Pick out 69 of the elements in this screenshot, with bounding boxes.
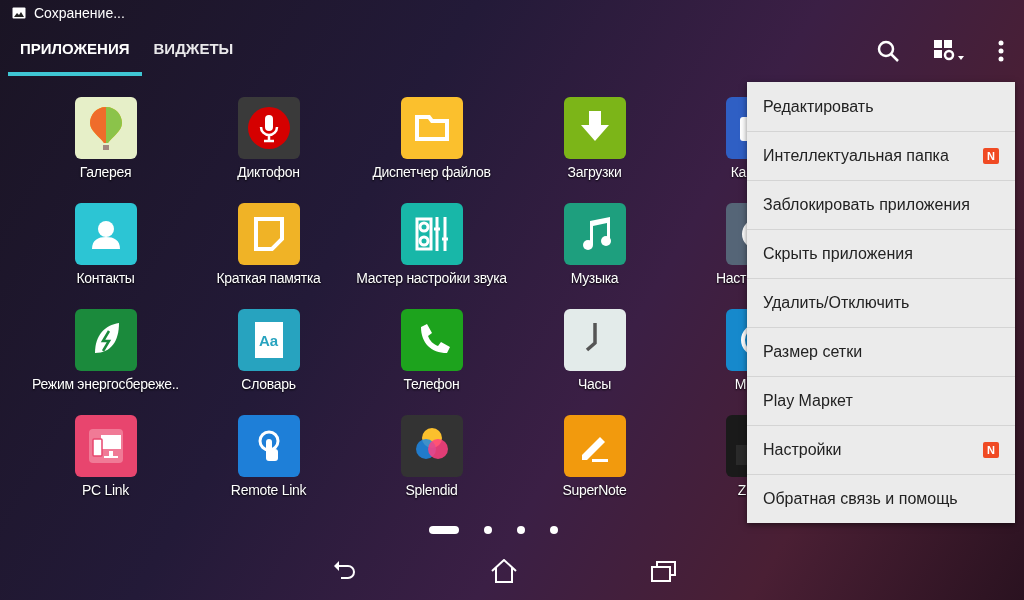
status-text: Сохранение... <box>34 3 125 23</box>
leaf-icon[interactable] <box>74 309 137 371</box>
menu-item[interactable]: Play Маркет <box>747 376 1015 425</box>
app-label[interactable]: Телефон <box>403 375 460 393</box>
menu-item-label[interactable]: Обратная связь и помощь <box>763 487 958 511</box>
clock-icon[interactable] <box>563 309 626 371</box>
app-label[interactable]: Загрузки <box>567 163 622 181</box>
page-indicator[interactable] <box>428 526 459 534</box>
app-label[interactable]: Словарь <box>241 375 296 393</box>
app-label[interactable]: Галерея <box>79 163 132 181</box>
touch-hand-icon[interactable] <box>237 415 300 477</box>
back-icon[interactable] <box>333 559 357 582</box>
menu-item-label[interactable]: Редактировать <box>763 94 874 119</box>
book-page-letters: Aa <box>254 322 283 358</box>
app-label[interactable]: PC Link <box>82 481 129 499</box>
music-note-icon[interactable] <box>563 203 626 265</box>
image-icon <box>12 7 26 19</box>
search-icon[interactable] <box>876 39 900 63</box>
app-label[interactable]: Splendid <box>405 481 458 499</box>
page-indicator[interactable] <box>549 526 558 534</box>
app-label[interactable]: Музыка <box>570 269 619 287</box>
menu-item-label[interactable]: Скрыть приложения <box>763 242 913 266</box>
recent-apps-icon[interactable] <box>651 559 677 582</box>
app-label[interactable]: Remote Link <box>230 481 307 499</box>
menu-item[interactable]: Скрыть приложения <box>747 229 1015 278</box>
app-label[interactable]: Диспетчер файлов <box>372 163 491 181</box>
menu-item[interactable]: Удалить/Отключить <box>747 278 1015 327</box>
person-icon[interactable] <box>74 203 137 265</box>
balloon-icon[interactable] <box>74 97 137 159</box>
microphone-icon[interactable] <box>237 97 300 159</box>
more-options-icon[interactable] <box>998 40 1004 62</box>
page-indicator[interactable] <box>483 526 492 534</box>
menu-item-label[interactable]: Play Маркет <box>763 389 853 413</box>
menu-item-label[interactable]: Размер сетки <box>763 340 863 364</box>
note-icon[interactable] <box>237 203 300 265</box>
grid-settings-icon[interactable] <box>934 40 964 62</box>
page-indicator[interactable] <box>516 526 525 534</box>
menu-item-label[interactable]: Удалить/Отключить <box>763 291 910 315</box>
app-label[interactable]: Контакты <box>76 269 135 287</box>
menu-item-label[interactable]: Настройки <box>763 438 842 462</box>
app-label[interactable]: Наст <box>715 269 747 287</box>
menu-item[interactable]: Редактировать <box>747 82 1015 131</box>
phone-icon[interactable] <box>400 309 463 371</box>
menu-item[interactable]: Настройки N <box>747 425 1015 474</box>
menu-item[interactable]: Заблокировать приложения <box>747 180 1015 229</box>
devices-icon[interactable] <box>74 415 137 477</box>
tab[interactable]: ПРИЛОЖЕНИЯ <box>8 26 142 76</box>
menu-item[interactable]: Интеллектуальная папка N <box>747 131 1015 180</box>
menu-item-label[interactable]: Интеллектуальная папка <box>763 144 949 168</box>
app-label[interactable]: SuperNote <box>562 481 627 499</box>
app-label[interactable]: Часы <box>578 375 611 393</box>
new-badge: N <box>983 148 999 164</box>
menu-item[interactable]: Размер сетки <box>747 327 1015 376</box>
pencil-icon[interactable] <box>563 415 626 477</box>
menu-item[interactable]: Обратная связь и помощь <box>747 474 1015 523</box>
app-label[interactable]: Диктофон <box>237 163 300 181</box>
app-label[interactable]: Z <box>737 481 747 499</box>
new-badge: N <box>983 442 999 458</box>
app-label[interactable]: Режим энергосбереже.. <box>32 375 179 393</box>
menu-item-label[interactable]: Заблокировать приложения <box>763 193 970 217</box>
app-label[interactable]: Мастер настройки звука <box>356 269 507 287</box>
color-circles-icon[interactable] <box>400 415 463 477</box>
home-icon[interactable] <box>491 558 517 583</box>
app-label[interactable]: Ка <box>730 163 747 181</box>
tab[interactable]: ВИДЖЕТЫ <box>141 26 246 76</box>
folder-icon[interactable] <box>400 97 463 159</box>
app-label[interactable]: Краткая памятка <box>216 269 321 287</box>
app-label[interactable]: М <box>734 375 747 393</box>
speaker-sliders-icon[interactable] <box>400 203 463 265</box>
